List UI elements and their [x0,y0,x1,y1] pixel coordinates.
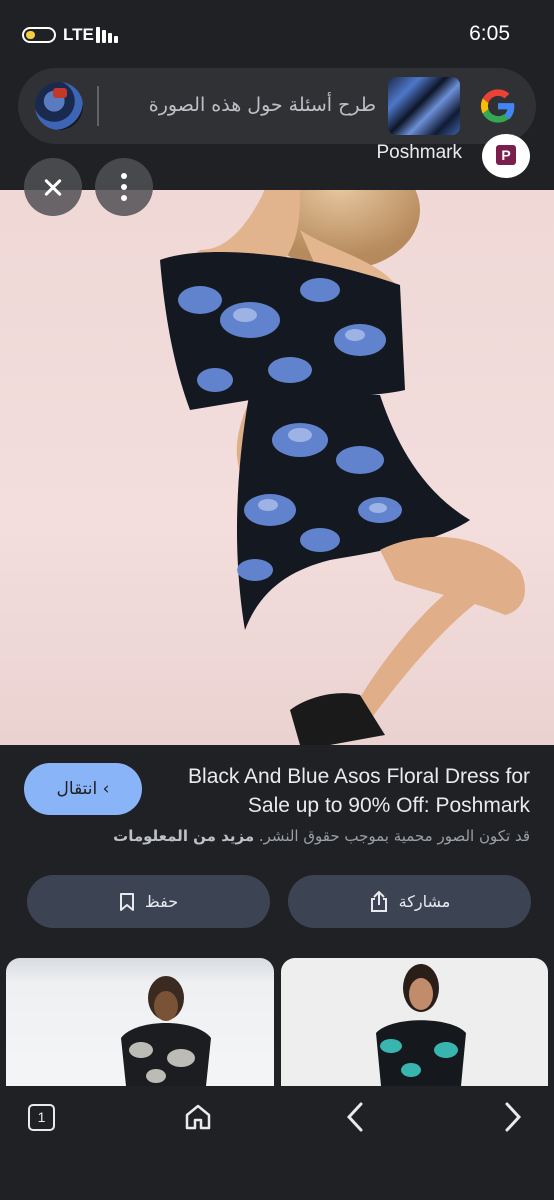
google-logo-icon[interactable] [478,86,518,126]
result-card[interactable] [281,958,548,1086]
source-name: Poshmark [376,142,462,163]
result-title[interactable]: Black And Blue Asos Floral Dress for Sal… [160,762,530,820]
save-label: حفظ [144,892,179,911]
close-button[interactable] [24,158,82,216]
copyright-notice: قد تكون الصور محمية بموجب حقوق النشر. مز… [113,827,530,845]
tabs-button[interactable]: 1 [28,1104,55,1131]
visit-label: انتقال [56,779,98,799]
home-icon[interactable] [181,1100,215,1134]
share-button[interactable]: مشاركة [288,875,531,928]
source-row: Poshmark P [0,134,554,190]
copyright-text: قد تكون الصور محمية بموجب حقوق النشر. [258,827,530,845]
result-thumbnail [376,964,466,1086]
related-results [0,958,554,1086]
back-icon[interactable] [339,1100,373,1134]
network-type: LTE [63,25,94,44]
status-bar: LTE 6:05 [0,0,554,66]
share-label: مشاركة [398,892,451,911]
query-image-thumbnail[interactable] [35,82,83,130]
forward-icon[interactable] [495,1100,529,1134]
search-prompt[interactable]: طرح أسئلة حول هذه الصورة [149,94,376,116]
signal-icon [96,27,122,43]
bookmark-icon [119,892,134,911]
product-image[interactable] [0,190,554,745]
result-card[interactable] [6,958,274,1086]
dress-photo [160,190,525,745]
battery-icon [22,27,56,43]
clock: 6:05 [469,22,510,45]
chevron-left-icon: ‹ [102,779,110,799]
share-icon [370,890,387,912]
visit-button[interactable]: انتقال ‹ [24,763,142,815]
divider [97,86,99,126]
learn-more-link[interactable]: مزيد من المعلومات [113,827,254,845]
result-thumbnail [121,976,211,1086]
lens-search-bar[interactable]: طرح أسئلة حول هذه الصورة [18,68,536,144]
poshmark-logo-icon: P [482,134,530,178]
save-button[interactable]: حفظ [27,875,270,928]
selected-image-thumbnail[interactable] [388,77,460,135]
more-options-button[interactable] [95,158,153,216]
bottom-nav: 1 [0,1086,554,1200]
